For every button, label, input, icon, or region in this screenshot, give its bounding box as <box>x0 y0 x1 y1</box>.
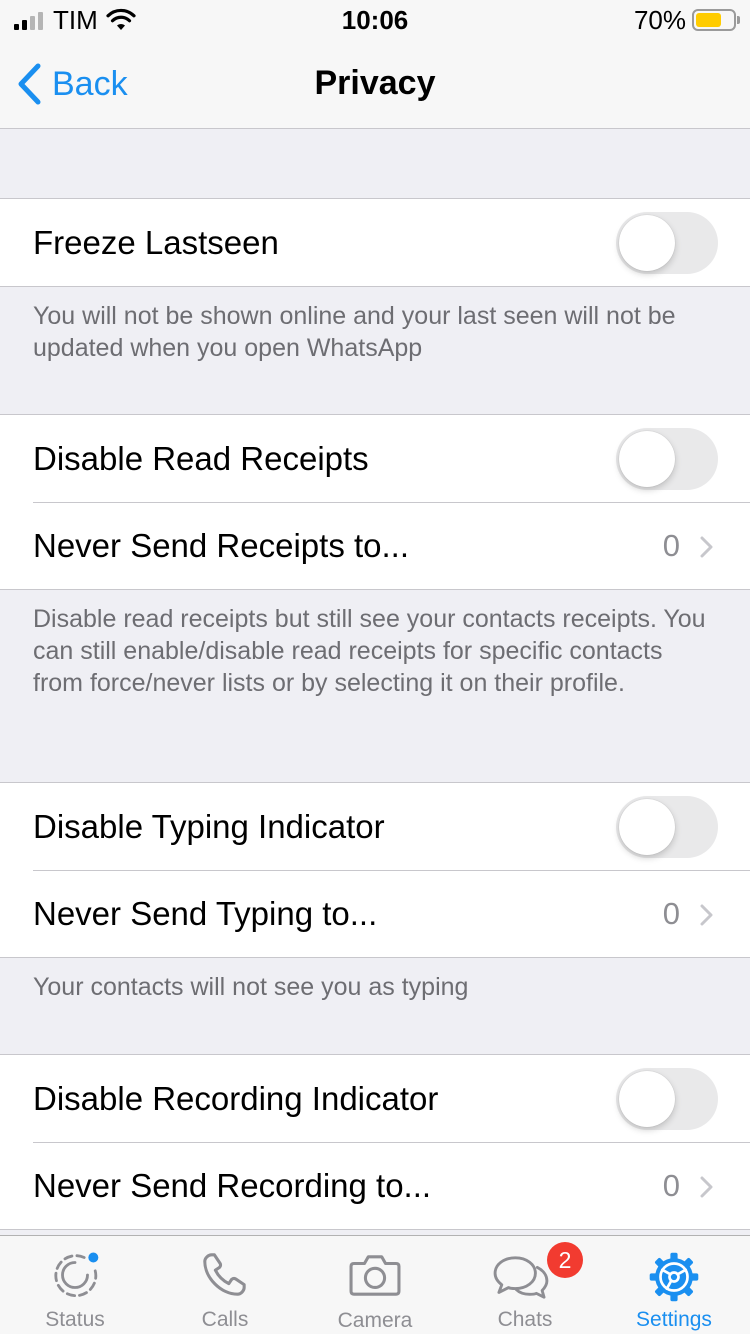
disable-typing-indicator-toggle[interactable] <box>616 796 718 858</box>
tab-camera-label: Camera <box>337 1309 413 1332</box>
typing-indicator-section: Disable Typing Indicator Never Send Typi… <box>0 782 750 958</box>
disable-typing-indicator-row: Disable Typing Indicator <box>0 783 750 870</box>
status-bar-right: 70% <box>633 4 740 35</box>
never-send-recording-count: 0 <box>662 1167 680 1203</box>
typing-indicator-description: Your contacts will not see you as typing <box>33 973 469 1001</box>
chats-badge-count: 2 <box>558 1247 572 1273</box>
privacy-settings-list[interactable]: Freeze Lastseen You will not be shown on… <box>0 129 750 1230</box>
tab-calls-label: Calls <box>201 1308 249 1331</box>
tab-calls[interactable]: Calls <box>170 1236 280 1334</box>
tab-chats[interactable]: 2 Chats <box>470 1236 583 1334</box>
never-send-typing-row[interactable]: Never Send Typing to... 0 <box>0 870 750 957</box>
tab-settings-label: Settings <box>636 1308 712 1331</box>
tab-status-label: Status <box>45 1308 105 1331</box>
read-receipts-section: Disable Read Receipts Never Send Receipt… <box>0 414 750 590</box>
chevron-right-icon <box>700 536 713 558</box>
never-send-recording-label: Never Send Recording to... <box>33 1166 432 1204</box>
never-send-receipts-row[interactable]: Never Send Receipts to... 0 <box>0 502 750 589</box>
disable-read-receipts-toggle[interactable] <box>616 428 718 490</box>
recording-indicator-section: Disable Recording Indicator Never Send R… <box>0 1054 750 1230</box>
navigation-bar: Back Privacy <box>0 40 750 129</box>
chat-bubbles-icon <box>493 1256 549 1299</box>
camera-icon <box>349 1255 401 1296</box>
tab-chats-label: Chats <box>497 1308 553 1331</box>
chevron-right-icon <box>700 904 713 926</box>
chevron-right-icon <box>700 1176 713 1198</box>
gear-icon <box>649 1252 699 1302</box>
never-send-receipts-label: Never Send Receipts to... <box>33 526 410 564</box>
toggle-knob <box>619 799 675 855</box>
phone-icon <box>203 1253 246 1296</box>
battery-level-fill <box>696 13 722 27</box>
never-send-typing-count: 0 <box>662 895 680 931</box>
never-send-receipts-count: 0 <box>662 527 680 563</box>
never-send-typing-label: Never Send Typing to... <box>33 894 378 932</box>
freeze-lastseen-row: Freeze Lastseen <box>0 199 750 286</box>
never-send-recording-row[interactable]: Never Send Recording to... 0 <box>0 1142 750 1229</box>
toggle-knob <box>619 431 675 487</box>
freeze-lastseen-toggle[interactable] <box>616 212 718 274</box>
freeze-lastseen-section: Freeze Lastseen <box>0 198 750 287</box>
freeze-lastseen-description: You will not be shown online and your la… <box>33 302 676 362</box>
chats-unread-badge: 2 <box>547 1242 583 1278</box>
battery-percentage: 70% <box>633 4 686 35</box>
read-receipts-description: Disable read receipts but still see your… <box>33 605 706 697</box>
tab-camera[interactable]: Camera <box>320 1236 430 1334</box>
toggle-knob <box>619 1071 675 1127</box>
battery-icon <box>692 9 740 31</box>
privacy-screen: TIM 10:06 70% Back Privacy Freeze Lastse… <box>0 0 750 1334</box>
page-title: Privacy <box>314 64 436 102</box>
tab-status[interactable]: Status <box>20 1236 130 1334</box>
disable-read-receipts-row: Disable Read Receipts <box>0 415 750 502</box>
disable-recording-indicator-row: Disable Recording Indicator <box>0 1055 750 1142</box>
tab-settings[interactable]: Settings <box>618 1236 730 1334</box>
tab-bar: Status Calls Camera 2 Chats Settings <box>0 1235 750 1334</box>
disable-recording-indicator-toggle[interactable] <box>616 1068 718 1130</box>
status-icon <box>54 1252 99 1298</box>
status-bar: TIM 10:06 70% <box>0 0 750 40</box>
toggle-knob <box>619 215 675 271</box>
